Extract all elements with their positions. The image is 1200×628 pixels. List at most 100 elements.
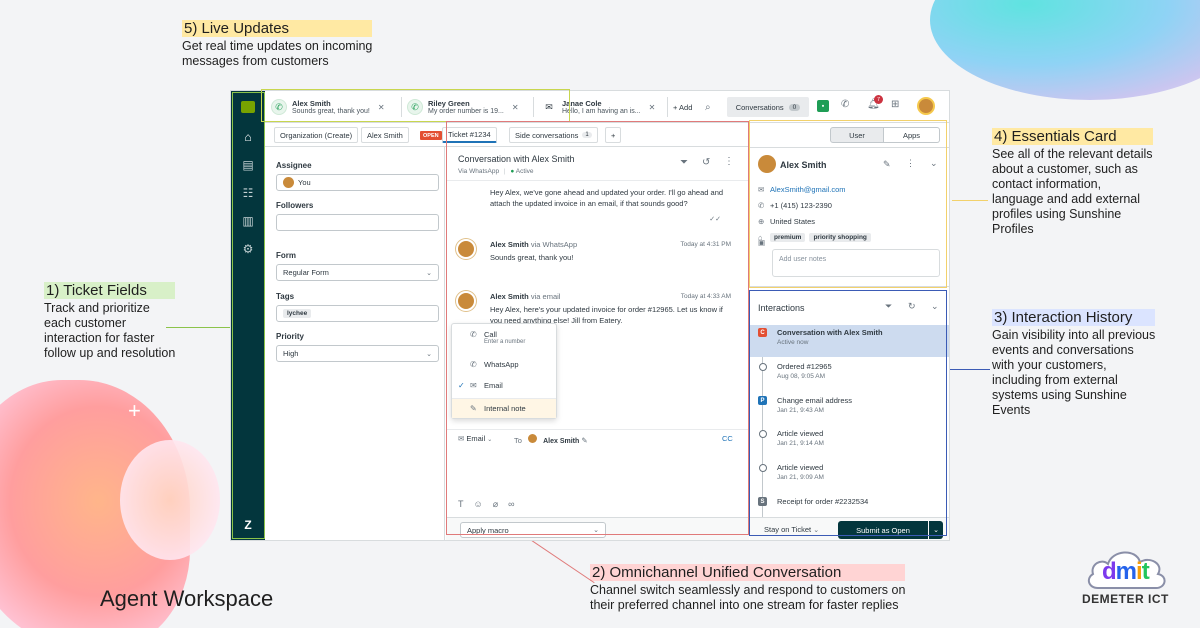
ticket-tab[interactable]: Ticket #1234 — [442, 127, 497, 143]
to-field[interactable]: To Alex Smith ✎ — [514, 434, 588, 445]
divider — [750, 147, 949, 148]
close-icon[interactable]: ✕ — [378, 103, 385, 112]
edit-icon[interactable]: ✎ — [581, 436, 587, 445]
chevron-down-icon: ⌄ — [426, 350, 432, 358]
close-icon[interactable]: ✕ — [649, 103, 656, 112]
phone-icon: ✆ — [470, 330, 477, 339]
form-select[interactable]: Regular Form ⌄ — [276, 264, 439, 281]
annotation-line: Get real time updates on incoming — [182, 39, 373, 53]
product-logo — [231, 91, 265, 123]
priority-label: Priority — [276, 332, 305, 341]
tag-chip[interactable]: lychee — [283, 309, 312, 318]
text-format-icon[interactable]: T — [458, 499, 474, 509]
user-tab[interactable]: Alex Smith — [361, 127, 409, 143]
cc-button[interactable]: CC — [722, 434, 733, 443]
annotation-title: 1) Ticket Fields — [44, 282, 176, 299]
reporting-icon[interactable]: ▥ — [231, 209, 265, 233]
settings-gear-icon[interactable]: ⚙ — [231, 237, 265, 261]
history-icon[interactable]: ↺ — [702, 157, 710, 168]
zendesk-logo-icon: Z — [244, 518, 252, 532]
annotation-title: 2) Omnichannel Unified Conversation — [590, 564, 906, 581]
annotation-line: Profiles — [992, 222, 1034, 236]
interaction-item[interactable]: Article viewed Jan 21, 9:14 AM — [750, 426, 949, 458]
interaction-title: Article viewed — [777, 429, 824, 438]
user-tab-button[interactable]: User — [830, 127, 884, 143]
assignee-field[interactable]: You — [276, 174, 439, 191]
channel-option-email[interactable]: ✓ ✉ Email — [452, 381, 556, 390]
conversations-button[interactable]: Conversations 0 — [727, 97, 809, 117]
customer-email[interactable]: AlexSmith@gmail.com — [770, 185, 846, 194]
home-icon[interactable]: ⌂ — [231, 125, 265, 149]
form-label: Form — [276, 251, 296, 260]
chat-status-icon[interactable]: ▪ — [817, 100, 829, 112]
customers-icon[interactable]: ☷ — [231, 181, 265, 205]
add-button[interactable]: + Add — [673, 99, 692, 115]
priority-select[interactable]: High ⌄ — [276, 345, 439, 362]
channel-option-internal-note[interactable]: ✎ Internal note — [452, 398, 556, 418]
annotation-line: about a customer, such as — [992, 162, 1138, 176]
apply-macro-select[interactable]: Apply macro ⌄ — [460, 522, 606, 538]
filter-icon[interactable]: ⏷ — [885, 301, 892, 312]
interaction-item[interactable]: Ordered #12965 Aug 08, 9:05 AM — [750, 359, 949, 391]
close-icon[interactable]: ✕ — [512, 103, 519, 112]
link-icon[interactable]: ∞ — [508, 499, 524, 509]
annotation-line: language and add external — [992, 192, 1141, 206]
tags-field[interactable]: lychee — [276, 305, 439, 322]
live-tab-riley[interactable]: ✆ Riley Green My order number is 19... ✕ — [407, 94, 519, 120]
channel-select[interactable]: ✉ Email ⌄ — [458, 434, 492, 443]
tab-message: Hello, I am having an is... — [562, 108, 641, 115]
add-tab-button[interactable]: + — [605, 127, 622, 143]
customer-tag[interactable]: priority shopping — [809, 233, 871, 242]
apps-grid-icon[interactable]: ⊞ — [891, 99, 899, 110]
page-title: Agent Workspace — [100, 586, 274, 611]
divider — [533, 97, 534, 117]
channel-option-call[interactable]: ✆ Call Enter a number — [452, 330, 556, 345]
profile-avatar[interactable] — [917, 97, 935, 115]
connector-line — [952, 200, 988, 201]
submit-button[interactable]: Submit as Open — [838, 521, 928, 539]
apps-tab-button[interactable]: Apps — [884, 127, 940, 143]
emoji-icon[interactable]: ☺ — [474, 499, 493, 509]
annotation-interaction-history: 3) Interaction History Gain visibility i… — [992, 309, 1156, 418]
annotation-line: Events — [992, 403, 1031, 417]
interaction-item[interactable]: Article viewed Jan 21, 9:09 AM — [750, 460, 949, 492]
stay-on-ticket-select[interactable]: Stay on Ticket ⌄ — [764, 525, 819, 534]
interactions-title: Interactions — [758, 303, 805, 313]
attach-icon[interactable]: ⌀ — [493, 499, 508, 509]
organization-tab[interactable]: Organization (Create) — [274, 127, 359, 143]
avatar — [456, 291, 476, 311]
user-notes-input[interactable]: Add user notes — [772, 249, 940, 277]
chevron-down-icon[interactable]: ⌄ — [931, 301, 939, 312]
side-convos-count: 1 — [582, 132, 592, 138]
annotation-omnichannel: 2) Omnichannel Unified Conversation Chan… — [590, 564, 906, 613]
divider — [667, 97, 668, 117]
side-conversations-tab[interactable]: Side conversations 1 — [509, 127, 598, 143]
decorative-blob-top-right — [930, 0, 1200, 100]
annotation-desc: Get real time updates on incoming messag… — [182, 39, 372, 69]
followers-field[interactable] — [276, 214, 439, 231]
annotation-essentials: 4) Essentials Card See all of the releva… — [992, 128, 1153, 237]
live-tab-janae[interactable]: ✉ Janae Cole Hello, I am having an is...… — [541, 94, 655, 120]
ticket-icon: C — [758, 328, 767, 337]
views-icon[interactable]: ▤ — [231, 153, 265, 177]
annotation-line: with your customers, — [992, 358, 1107, 372]
priority-value: High — [283, 349, 299, 358]
interaction-item[interactable]: C Conversation with Alex Smith Active no… — [750, 325, 949, 357]
note-icon: ▣ — [758, 237, 766, 247]
customer-tag[interactable]: premium — [770, 233, 806, 242]
channel-option-whatsapp[interactable]: ✆ WhatsApp — [452, 360, 556, 369]
refresh-icon[interactable]: ↻ — [908, 301, 916, 312]
more-options-icon[interactable]: ⋮ — [724, 156, 734, 167]
interaction-item[interactable]: P Change email address Jan 21, 9:43 AM — [750, 393, 949, 425]
search-icon[interactable]: ⌕ — [705, 99, 711, 115]
more-options-icon[interactable]: ⋮ — [906, 158, 915, 169]
filter-icon[interactable]: ⏷ — [680, 157, 688, 168]
chevron-down-icon[interactable]: ⌄ — [930, 158, 938, 169]
conversations-label: Conversations — [735, 102, 784, 112]
to-value: Alex Smith — [543, 438, 580, 445]
edit-icon[interactable]: ✎ — [883, 159, 891, 170]
phone-icon[interactable]: ✆ — [841, 99, 849, 110]
annotation-line: profiles using Sunshine — [992, 207, 1122, 221]
live-tab-alex[interactable]: ✆ Alex Smith Sounds great, thank you! ✕ — [271, 94, 385, 120]
submit-options-chevron-icon[interactable]: ⌄ — [929, 521, 943, 539]
